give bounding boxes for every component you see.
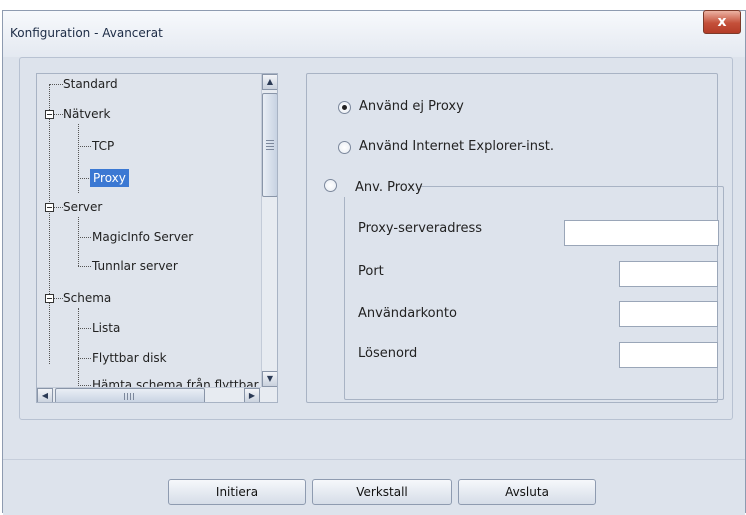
tree-viewport: Standard Nätverk TCP Proxy Server MagicI… [37, 74, 261, 387]
tree-item-tcp[interactable]: TCP [92, 137, 114, 155]
grip-line [266, 140, 274, 141]
tree-item-magicinfo-server[interactable]: MagicInfo Server [92, 228, 193, 246]
proxy-settings-panel: Använd ej Proxy Använd Internet Explorer… [306, 73, 724, 403]
password-input[interactable] [619, 342, 718, 368]
tree-item-standard[interactable]: Standard [63, 75, 118, 93]
tree-vertical-scrollbar[interactable]: ▲ ▼ [261, 74, 277, 387]
grip-line [133, 393, 134, 400]
tree-connector [49, 84, 63, 85]
collapse-icon[interactable] [45, 294, 54, 303]
close-button[interactable]: x [703, 10, 741, 34]
tree-connector [78, 308, 79, 387]
settings-tree[interactable]: Standard Nätverk TCP Proxy Server MagicI… [36, 73, 278, 403]
proxy-address-label: Proxy-serveradress [358, 221, 483, 236]
grip-line [266, 143, 274, 144]
tree-connector [78, 124, 79, 193]
window-title: Konfiguration - Avancerat [10, 26, 163, 40]
tree-connector [49, 84, 50, 364]
tree-item-flyttbar-disk[interactable]: Flyttbar disk [92, 349, 167, 367]
scroll-left-icon[interactable]: ◀ [37, 388, 53, 402]
radio-use-proxy-label[interactable]: Anv. Proxy [355, 180, 423, 195]
user-account-input[interactable] [619, 301, 718, 327]
grip-line [127, 393, 128, 400]
avsluta-button[interactable]: Avsluta [458, 479, 596, 505]
title-bar: Konfiguration - Avancerat x [3, 10, 745, 57]
initiera-button[interactable]: Initiera [168, 479, 306, 505]
button-bar: Initiera Verkstall Avsluta [3, 459, 745, 515]
proxy-group-box: Anv. Proxy Proxy-serveradress Port Använ… [324, 175, 724, 400]
proxy-address-input[interactable] [564, 220, 719, 246]
tree-connector [78, 146, 91, 147]
scroll-right-icon[interactable]: ▶ [244, 388, 260, 402]
tree-connector [78, 385, 91, 386]
grip-line [266, 146, 274, 147]
tree-item-natverk[interactable]: Nätverk [63, 105, 110, 123]
tree-item-tunnlar-server[interactable]: Tunnlar server [92, 257, 178, 275]
grip-line [266, 149, 274, 150]
scroll-up-icon[interactable]: ▲ [262, 74, 277, 90]
radio-ie-settings[interactable] [338, 141, 351, 154]
horizontal-scroll-thumb[interactable] [55, 388, 205, 402]
grip-line [124, 393, 125, 400]
tree-connector [78, 328, 91, 329]
radio-no-proxy[interactable] [338, 101, 351, 114]
radio-no-proxy-label[interactable]: Använd ej Proxy [359, 99, 464, 114]
tree-item-hamta-schema[interactable]: Hämta schema från flyttbar [92, 376, 259, 387]
tree-item-server[interactable]: Server [63, 198, 102, 216]
scroll-down-icon[interactable]: ▼ [262, 371, 277, 387]
tree-connector [54, 114, 63, 115]
scrollbar-corner [261, 387, 277, 402]
password-label: Lösenord [358, 346, 418, 361]
group-legend: Anv. Proxy [324, 175, 423, 197]
collapse-icon[interactable] [45, 110, 54, 119]
verkstall-button[interactable]: Verkstall [312, 479, 452, 505]
grip-line [130, 393, 131, 400]
tree-connector [54, 207, 63, 208]
tree-item-schema[interactable]: Schema [63, 289, 111, 307]
tree-item-lista[interactable]: Lista [92, 319, 120, 337]
vertical-scroll-thumb[interactable] [262, 93, 277, 197]
tree-connector [54, 298, 63, 299]
tree-connector [78, 266, 91, 267]
tree-connector [78, 217, 79, 266]
tree-connector [78, 237, 91, 238]
radio-ie-settings-label[interactable]: Använd Internet Explorer-inst. [359, 139, 554, 154]
config-dialog: Konfiguration - Avancerat x Standard Nät… [2, 10, 746, 515]
tree-connector [78, 358, 91, 359]
tree-horizontal-scrollbar[interactable]: ◀ ▶ [37, 387, 261, 402]
tree-item-proxy[interactable]: Proxy [90, 169, 129, 187]
port-input[interactable] [619, 261, 718, 287]
content-panel: Standard Nätverk TCP Proxy Server MagicI… [19, 57, 733, 420]
user-account-label: Användarkonto [358, 306, 457, 321]
port-label: Port [358, 264, 384, 279]
collapse-icon[interactable] [45, 203, 54, 212]
radio-use-proxy[interactable] [324, 179, 337, 192]
